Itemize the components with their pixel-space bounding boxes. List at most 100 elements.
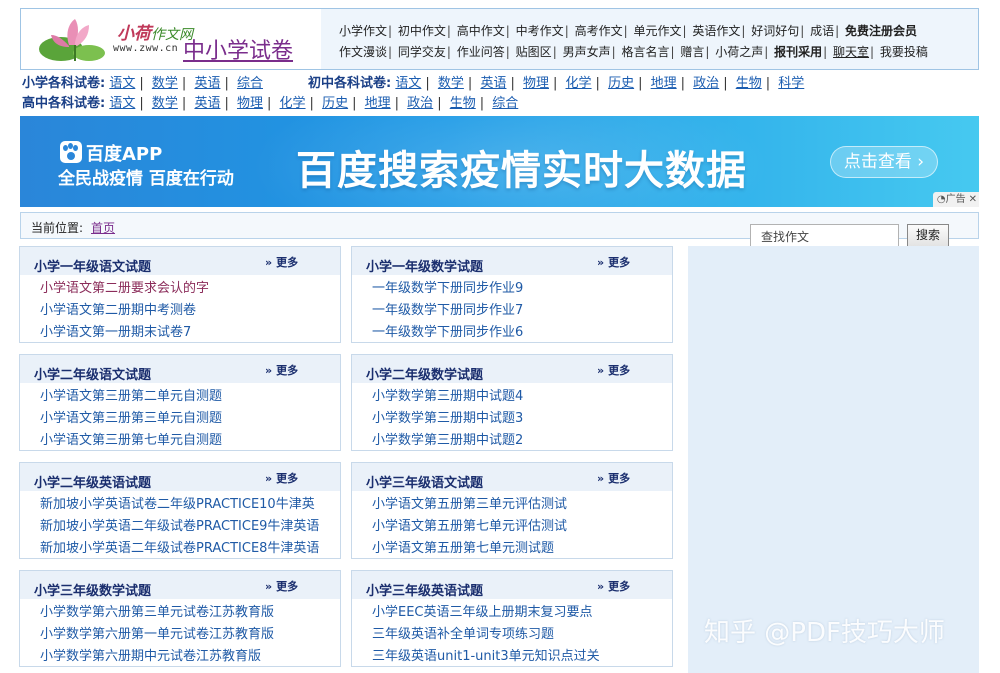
topnav-link[interactable]: 赠言 [680,45,704,59]
high-link[interactable]: 历史 [322,96,348,111]
middle-link[interactable]: 历史 [608,76,634,91]
list-item[interactable]: 新加坡小学英语试卷二年级PRACTICE10牛津英 [40,494,340,516]
high-link[interactable]: 语文 [109,96,135,111]
list-item[interactable]: 一年级数学下册同步作业6 [372,322,672,344]
publish-link[interactable]: 报刊采用 [774,45,822,59]
list-item[interactable]: 小学语文第三册第二单元自测题 [40,386,340,408]
more-link[interactable]: » 更多 [265,470,298,486]
list-item[interactable]: 小学语文第一册期末试卷7 [40,322,340,344]
list-item[interactable]: 小学EEC英语三年级上册期末复习要点 [372,602,672,624]
breadcrumb-label: 当前位置: [31,221,84,235]
banner-cta-button[interactable]: 点击查看 › [830,146,938,178]
high-link[interactable]: 生物 [450,96,476,111]
box-title: 小学三年级英语试题 [366,584,484,599]
middle-link[interactable]: 科学 [778,76,804,91]
exam-box: 小学二年级英语试题 » 更多 新加坡小学英语试卷二年级PRACTICE10牛津英 … [19,462,341,559]
list-item[interactable]: 小学数学第三册期中试题4 [372,386,672,408]
list-item[interactable]: 小学语文第二册期中考测卷 [40,300,340,322]
topnav-link[interactable]: 作文漫谈 [339,45,387,59]
primary-link[interactable]: 数学 [152,76,178,91]
double-chevron-icon: » [265,580,273,593]
list-item[interactable]: 三年级英语unit1-unit3单元知识点过关 [372,646,672,668]
list-item[interactable]: 三年级英语补全单词专项练习题 [372,624,672,646]
middle-link[interactable]: 物理 [523,76,549,91]
more-link[interactable]: » 更多 [597,362,630,378]
more-label: 更多 [608,472,631,485]
topnav-link[interactable]: 英语作文 [692,24,740,38]
list-item[interactable]: 新加坡小学英语二年级试卷PRACTICE9牛津英语 [40,516,340,538]
high-link[interactable]: 数学 [152,96,178,111]
topnav-link[interactable]: 初中作文 [398,24,446,38]
high-link[interactable]: 英语 [194,96,220,111]
submit-link[interactable]: 我要投稿 [880,45,928,59]
middle-link[interactable]: 地理 [651,76,677,91]
topnav-link[interactable]: 高考作文 [575,24,623,38]
topnav-link[interactable]: 贴图区 [516,45,552,59]
list-item[interactable]: 小学数学第六册第三单元试卷江苏教育版 [40,602,340,624]
list-item[interactable]: 小学语文第三册第三单元自测题 [40,408,340,430]
double-chevron-icon: » [597,580,605,593]
middle-link[interactable]: 语文 [395,76,421,91]
search-button[interactable]: 搜索 [907,224,949,247]
register-link[interactable]: 免费注册会员 [845,24,917,38]
middle-link[interactable]: 英语 [480,76,506,91]
topnav-link[interactable]: 高中作文 [457,24,505,38]
high-link[interactable]: 综合 [492,96,518,111]
topnav-link[interactable]: 小荷之声 [715,45,763,59]
middle-link[interactable]: 生物 [736,76,762,91]
high-link[interactable]: 化学 [280,96,306,111]
middle-label: 初中各科试卷: [308,76,392,91]
close-icon[interactable]: ✕ [969,194,977,205]
high-link[interactable]: 物理 [237,96,263,111]
section-title-link[interactable]: 中小学试卷 [183,33,293,65]
high-label: 高中各科试卷: [22,96,106,111]
more-link[interactable]: » 更多 [597,470,630,486]
more-label: 更多 [608,364,631,377]
topnav-link[interactable]: 格言名言 [621,45,669,59]
list-item[interactable]: 小学语文第三册第七单元自测题 [40,430,340,452]
box-title: 小学二年级英语试题 [34,476,152,491]
site-header: 小荷作文网 www.zww.cn 中小学试卷 小学作文| 初中作文| 高中作文|… [20,8,979,70]
list-item[interactable]: 小学数学第六册第一单元试卷江苏教育版 [40,624,340,646]
list-item[interactable]: 小学数学第六册期中元试卷江苏教育版 [40,646,340,668]
topnav-link[interactable]: 单元作文 [633,24,681,38]
list-item[interactable]: 小学数学第三册期中试题2 [372,430,672,452]
ad-banner[interactable]: 百度APP 全民战疫情 百度在行动 百度搜索疫情实时大数据 点击查看 › ◔广告… [20,116,979,207]
list-item[interactable]: 小学数学第三册期中试题3 [372,408,672,430]
list-item[interactable]: 一年级数学下册同步作业7 [372,300,672,322]
list-item[interactable]: 小学语文第五册第七单元测试题 [372,538,672,560]
list-item[interactable]: 小学语文第五册第三单元评估测试 [372,494,672,516]
middle-link[interactable]: 数学 [438,76,464,91]
primary-link[interactable]: 综合 [237,76,263,91]
list-item[interactable]: 小学语文第二册要求会认的字 [40,278,340,300]
high-link[interactable]: 政治 [407,96,433,111]
box-title: 小学一年级数学试题 [366,260,484,275]
list-item[interactable]: 小学语文第五册第七单元评估测试 [372,516,672,538]
banner-headline: 百度搜索疫情实时大数据 [296,148,747,194]
more-link[interactable]: » 更多 [265,254,298,270]
double-chevron-icon: » [597,256,605,269]
topnav-link[interactable]: 男声女声 [563,45,611,59]
topnav-link[interactable]: 成语 [810,24,834,38]
more-link[interactable]: » 更多 [265,578,298,594]
ad-tag[interactable]: ◔广告 ✕ [932,192,979,207]
topnav-link[interactable]: 小学作文 [339,24,387,38]
list-item[interactable]: 一年级数学下册同步作业9 [372,278,672,300]
site-logo[interactable]: 小荷作文网 www.zww.cn 中小学试卷 [21,9,321,69]
breadcrumb-home-link[interactable]: 首页 [91,219,115,236]
list-item[interactable]: 新加坡小学英语二年级试卷PRACTICE8牛津英语 [40,538,340,560]
topnav-link[interactable]: 同学交友 [398,45,446,59]
middle-link[interactable]: 化学 [566,76,592,91]
topnav-link[interactable]: 好词好句 [751,24,799,38]
middle-link[interactable]: 政治 [693,76,719,91]
search-input[interactable] [750,224,899,248]
high-link[interactable]: 地理 [365,96,391,111]
more-link[interactable]: » 更多 [597,578,630,594]
topnav-link[interactable]: 中考作文 [516,24,564,38]
primary-link[interactable]: 英语 [194,76,220,91]
topnav-link[interactable]: 作业问答 [457,45,505,59]
more-link[interactable]: » 更多 [597,254,630,270]
more-link[interactable]: » 更多 [265,362,298,378]
primary-link[interactable]: 语文 [109,76,135,91]
chatroom-link[interactable]: 聊天室 [833,45,869,59]
